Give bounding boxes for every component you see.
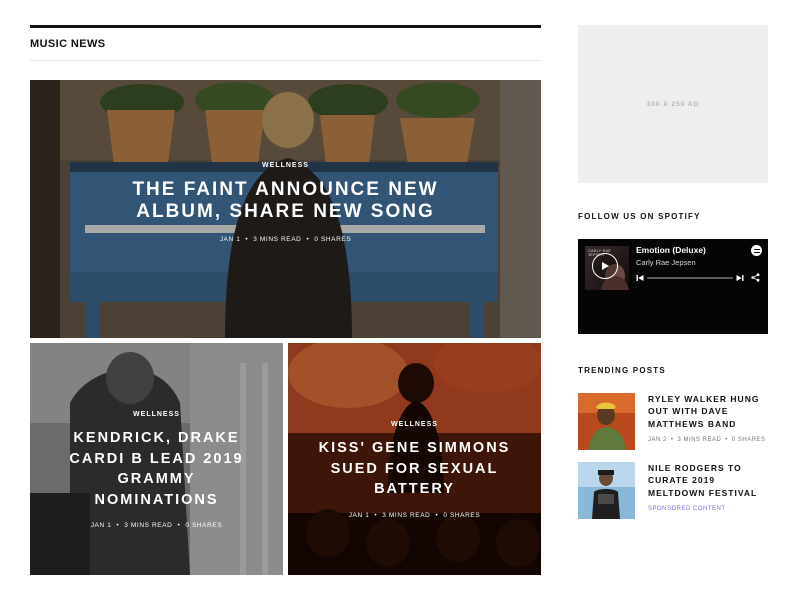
featured-article-meta: JAN 1 • 3 MINS READ • 0 SHARES xyxy=(219,235,352,243)
section-divider xyxy=(30,60,541,61)
share-icon[interactable] xyxy=(751,273,760,282)
featured-article-content: WELLNESS THE FAINT ANNOUNCE NEW ALBUM, S… xyxy=(30,162,541,243)
trending-post-text: NILE RODGERS TO CURATE 2019 MELTDOWN FES… xyxy=(648,462,768,512)
featured-article-card[interactable]: WELLNESS THE FAINT ANNOUNCE NEW ALBUM, S… xyxy=(30,80,541,338)
article-meta: JAN 1 • 3 MINS READ • 0 SHARES xyxy=(90,522,223,530)
section-title: MUSIC NEWS xyxy=(30,38,106,50)
trending-post[interactable]: NILE RODGERS TO CURATE 2019 MELTDOWN FES… xyxy=(578,462,768,522)
trending-post-date: JAN 2 xyxy=(648,436,667,443)
article-headline[interactable]: KISS' GENE SIMMONS SUED FOR SEXUAL BATTE… xyxy=(288,438,541,500)
article-shares: 0 SHARES xyxy=(443,511,481,519)
previous-icon[interactable] xyxy=(636,274,644,282)
progress-bar[interactable] xyxy=(647,277,733,279)
trending-post-read-time: 3 MINS READ xyxy=(677,436,722,443)
trending-post-thumbnail[interactable] xyxy=(578,462,635,519)
trending-post[interactable]: RYLEY WALKER HUNG OUT WITH DAVE MATTHEWS… xyxy=(578,393,768,453)
track-artist[interactable]: Carly Rae Jepsen xyxy=(636,258,696,267)
trending-heading: TRENDING POSTS xyxy=(578,366,666,375)
featured-article-headline[interactable]: THE FAINT ANNOUNCE NEW ALBUM, SHARE NEW … xyxy=(30,179,541,224)
article-date: JAN 1 xyxy=(90,522,112,530)
article-shares: 0 SHARES xyxy=(314,235,352,243)
track-title[interactable]: Emotion (Deluxe) xyxy=(636,245,706,255)
trending-post-shares: 0 SHARES xyxy=(731,436,766,443)
article-card[interactable]: WELLNESS KENDRICK, DRAKE CARDI B LEAD 20… xyxy=(30,343,283,575)
sponsored-label[interactable]: SPONSORED CONTENT xyxy=(648,506,768,512)
spotify-heading: FOLLOW US ON SPOTIFY xyxy=(578,212,701,221)
spotify-logo-icon[interactable] xyxy=(751,245,762,256)
trending-post-title[interactable]: NILE RODGERS TO CURATE 2019 MELTDOWN FES… xyxy=(648,462,768,499)
play-button[interactable] xyxy=(592,253,618,279)
trending-post-meta: JAN 2 • 3 MINS READ • 0 SHARES xyxy=(648,436,766,443)
article-shares: 0 SHARES xyxy=(185,522,223,530)
article-card[interactable]: WELLNESS KISS' GENE SIMMONS SUED FOR SEX… xyxy=(288,343,541,575)
article-read-time: 3 MINS READ xyxy=(124,522,173,530)
next-icon[interactable] xyxy=(736,274,744,282)
article-read-time: 3 MINS READ xyxy=(382,511,431,519)
ad-placeholder[interactable]: 300 X 250 AD xyxy=(578,25,768,183)
article-meta: JAN 1 • 3 MINS READ • 0 SHARES xyxy=(348,511,481,519)
featured-article-category[interactable]: WELLNESS xyxy=(30,162,541,169)
article-date: JAN 1 xyxy=(219,235,241,243)
trending-post-title[interactable]: RYLEY WALKER HUNG OUT WITH DAVE MATTHEWS… xyxy=(648,393,768,430)
article-category[interactable]: WELLNESS xyxy=(288,421,541,428)
trending-post-thumbnail[interactable] xyxy=(578,393,635,450)
article-headline[interactable]: KENDRICK, DRAKE CARDI B LEAD 2019 GRAMMY… xyxy=(30,428,283,510)
play-icon xyxy=(602,262,609,270)
ad-label: 300 X 250 AD xyxy=(646,100,700,108)
article-content: WELLNESS KENDRICK, DRAKE CARDI B LEAD 20… xyxy=(30,411,283,529)
trending-post-text: RYLEY WALKER HUNG OUT WITH DAVE MATTHEWS… xyxy=(648,393,768,443)
section-top-bar xyxy=(30,25,541,28)
article-category[interactable]: WELLNESS xyxy=(30,411,283,418)
article-date: JAN 1 xyxy=(348,511,370,519)
article-content: WELLNESS KISS' GENE SIMMONS SUED FOR SEX… xyxy=(288,421,541,519)
spotify-player[interactable]: CARLY RAE JEPSEN Emotion (Deluxe) Carly … xyxy=(578,239,768,334)
article-read-time: 3 MINS READ xyxy=(253,235,302,243)
